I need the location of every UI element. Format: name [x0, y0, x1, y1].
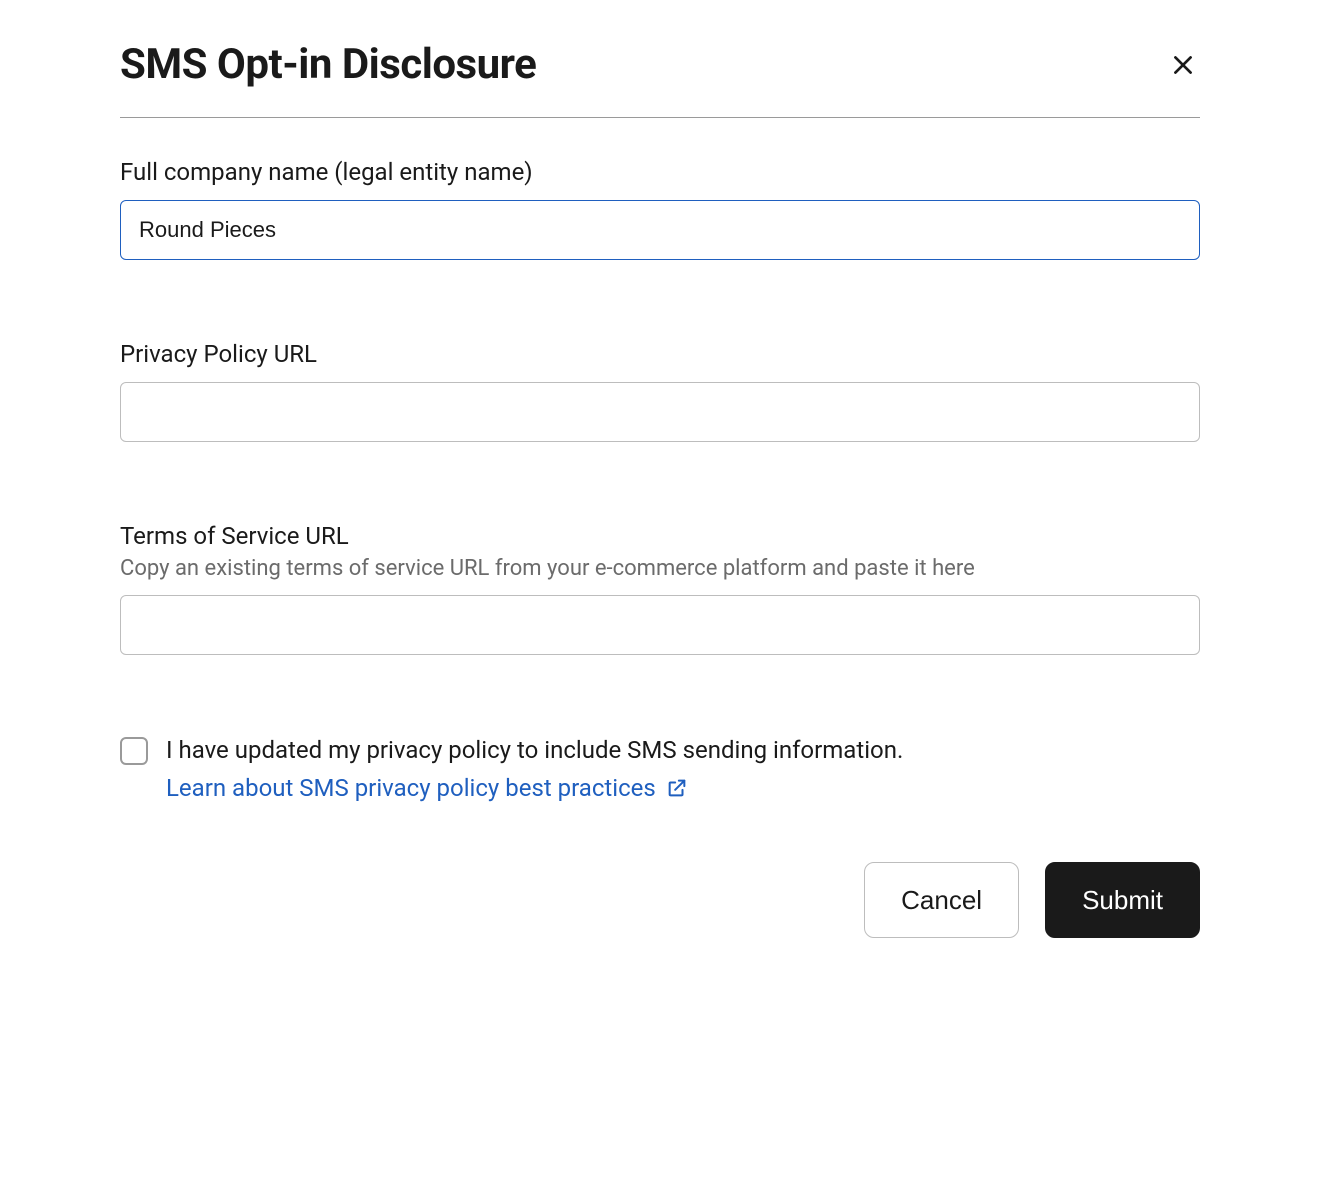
close-button[interactable] [1166, 48, 1200, 82]
close-icon [1170, 52, 1196, 78]
privacy-policy-group: Privacy Policy URL [120, 340, 1200, 442]
company-name-group: Full company name (legal entity name) [120, 158, 1200, 260]
external-link-icon [666, 777, 688, 799]
dialog-footer: Cancel Submit [120, 862, 1200, 938]
privacy-policy-label: Privacy Policy URL [120, 340, 1200, 368]
privacy-best-practices-link-text: Learn about SMS privacy policy best prac… [166, 774, 656, 802]
terms-of-service-input[interactable] [120, 595, 1200, 655]
privacy-best-practices-link[interactable]: Learn about SMS privacy policy best prac… [166, 774, 903, 802]
privacy-confirmation-checkbox[interactable] [120, 737, 148, 765]
company-name-input[interactable] [120, 200, 1200, 260]
company-name-label: Full company name (legal entity name) [120, 158, 1200, 186]
privacy-confirmation-row: I have updated my privacy policy to incl… [120, 735, 1200, 802]
terms-of-service-group: Terms of Service URL Copy an existing te… [120, 522, 1200, 655]
dialog-title: SMS Opt-in Disclosure [120, 40, 536, 89]
terms-of-service-helper: Copy an existing terms of service URL fr… [120, 556, 1200, 581]
sms-optin-dialog: SMS Opt-in Disclosure Full company name … [120, 40, 1200, 938]
terms-of-service-label: Terms of Service URL [120, 522, 1200, 550]
checkbox-content: I have updated my privacy policy to incl… [166, 735, 903, 802]
dialog-header: SMS Opt-in Disclosure [120, 40, 1200, 118]
cancel-button[interactable]: Cancel [864, 862, 1019, 938]
submit-button[interactable]: Submit [1045, 862, 1200, 938]
privacy-policy-input[interactable] [120, 382, 1200, 442]
privacy-confirmation-label: I have updated my privacy policy to incl… [166, 735, 903, 766]
